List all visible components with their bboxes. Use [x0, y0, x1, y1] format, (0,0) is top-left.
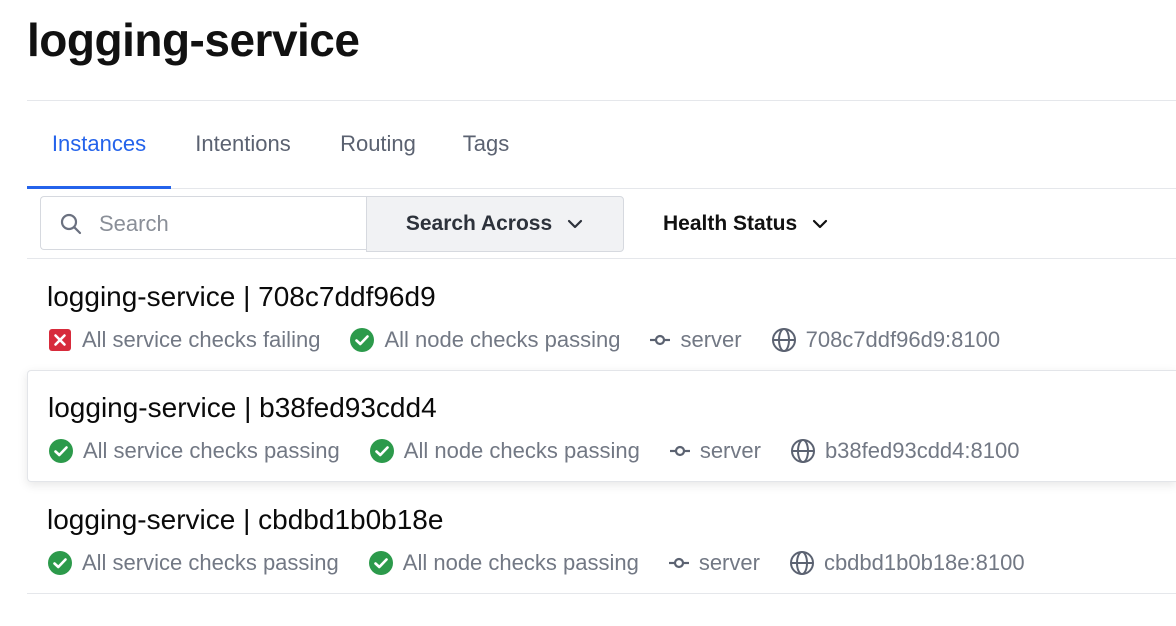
instance-meta: All service checks passing All node chec…	[47, 548, 1054, 578]
tab-routing[interactable]: Routing	[315, 101, 441, 188]
node-check-label: All node checks passing	[403, 438, 640, 463]
node-label: server	[699, 438, 761, 463]
search-input[interactable]	[97, 205, 361, 243]
service-check-status: All service checks passing	[47, 550, 339, 576]
node-name: server	[649, 327, 742, 353]
check-circle-icon	[350, 328, 375, 352]
service-check-label: All service checks passing	[83, 438, 340, 463]
globe-icon	[790, 439, 815, 463]
tab-instances[interactable]: Instances	[27, 101, 171, 189]
tab-intentions[interactable]: Intentions	[171, 101, 315, 188]
service-check-label: All service checks passing	[82, 550, 339, 575]
instance-title: logging-service | 708c7ddf96d9	[47, 281, 436, 312]
node-name: server	[668, 550, 760, 576]
tab-tags[interactable]: Tags	[441, 101, 531, 188]
check-circle-icon	[369, 439, 394, 463]
instance-row[interactable]: logging-service | b38fed93cdd4 All servi…	[27, 370, 1176, 482]
globe-icon	[771, 328, 796, 352]
git-commit-icon	[668, 557, 689, 569]
service-check-status: All service checks passing	[48, 438, 340, 464]
check-circle-icon	[49, 439, 73, 463]
search-across-label: Search Across	[405, 212, 553, 235]
globe-icon	[789, 551, 814, 575]
instance-meta: All service checks failing All node chec…	[47, 325, 1029, 355]
node-check-status: All node checks passing	[349, 327, 620, 353]
instance-row[interactable]: logging-service | 708c7ddf96d9 All servi…	[27, 259, 1176, 370]
chevron-down-icon	[568, 219, 583, 229]
git-commit-icon	[650, 334, 671, 346]
page-title: logging-service	[27, 14, 360, 66]
node-check-status: All node checks passing	[368, 550, 639, 576]
instance-address: b38fed93cdd4:8100	[790, 438, 1020, 464]
chevron-down-icon	[813, 219, 828, 229]
instance-address: 708c7ddf96d9:8100	[771, 327, 1001, 353]
service-check-status: All service checks failing	[47, 327, 320, 353]
node-check-label: All node checks passing	[384, 327, 621, 352]
node-check-status: All node checks passing	[369, 438, 640, 464]
search-across-dropdown[interactable]: Search Across	[366, 196, 624, 252]
check-circle-icon	[368, 551, 393, 575]
health-status-label: Health Status	[663, 212, 798, 235]
service-check-label: All service checks failing	[82, 327, 321, 352]
search-icon	[60, 213, 82, 235]
address-label: b38fed93cdd4:8100	[824, 438, 1020, 463]
tab-bar: Instances Intentions Routing Tags	[27, 101, 1176, 189]
search-box	[40, 196, 366, 250]
health-status-dropdown[interactable]: Health Status	[663, 196, 829, 252]
address-label: cbdbd1b0b18e:8100	[823, 550, 1025, 575]
instance-title: logging-service | b38fed93cdd4	[48, 392, 437, 423]
instance-meta: All service checks passing All node chec…	[48, 436, 1048, 466]
x-square-icon	[49, 329, 71, 351]
node-label: server	[680, 327, 742, 352]
node-check-label: All node checks passing	[402, 550, 639, 575]
instance-address: cbdbd1b0b18e:8100	[789, 550, 1025, 576]
git-commit-icon	[669, 445, 690, 457]
node-name: server	[669, 438, 761, 464]
instance-title: logging-service | cbdbd1b0b18e	[47, 504, 444, 535]
instance-row[interactable]: logging-service | cbdbd1b0b18e All servi…	[27, 482, 1176, 594]
node-label: server	[698, 550, 760, 575]
address-label: 708c7ddf96d9:8100	[805, 327, 1001, 352]
check-circle-icon	[48, 551, 72, 575]
